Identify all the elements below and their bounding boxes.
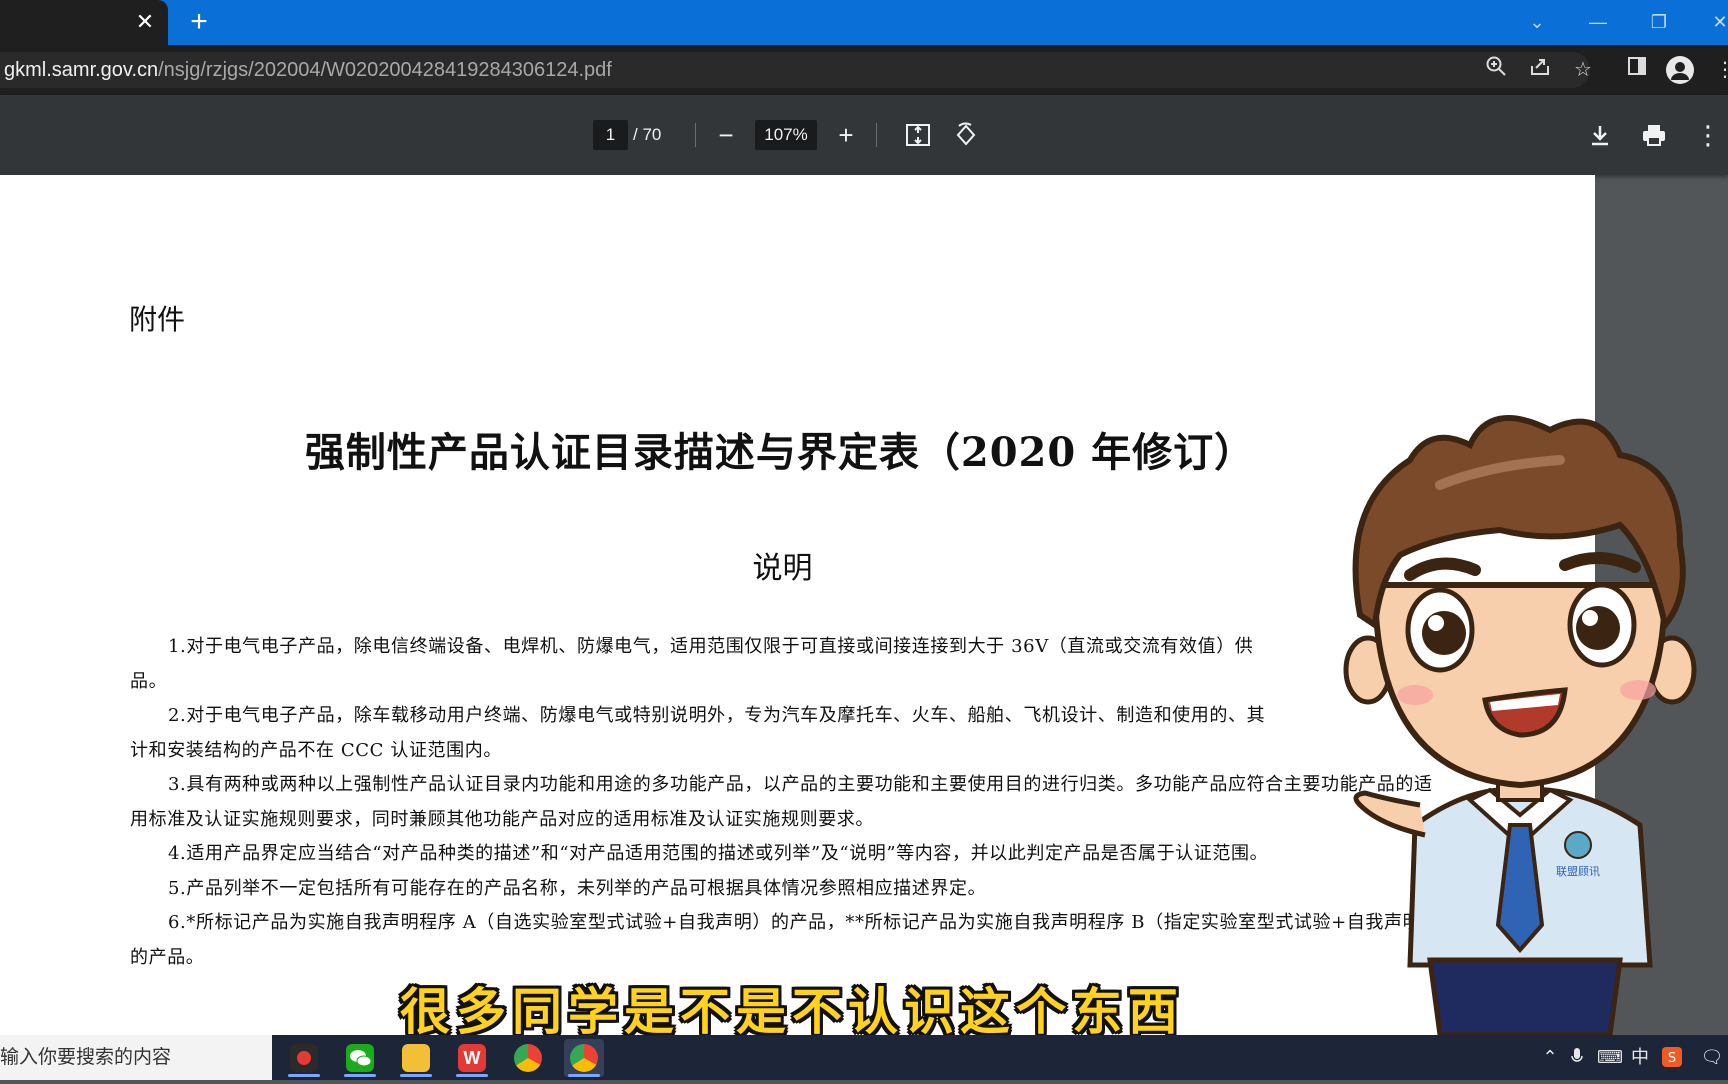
cartoon-mascot: 联盟顾讯 bbox=[1343, 415, 1697, 1035]
app-running-indicator bbox=[568, 1074, 600, 1077]
chrome-icon bbox=[570, 1044, 598, 1072]
app-running-indicator bbox=[400, 1074, 432, 1077]
zoom-level-input[interactable]: 107% bbox=[755, 120, 817, 150]
url-path: /nsjg/rzjgs/202004/W02020042841928430612… bbox=[158, 59, 612, 81]
new-tab-button[interactable]: + bbox=[186, 7, 212, 37]
toolbar-divider bbox=[695, 123, 696, 147]
windows-taskbar: 输入你要搜索的内容 W ⌃ ⌨ 中 S 🗨 bbox=[0, 1035, 1728, 1080]
rotate-button[interactable] bbox=[948, 117, 984, 153]
attachment-label: 附件 bbox=[129, 303, 186, 336]
paragraph-1: 1.对于电气电子产品，除电信终端设备、电焊机、防爆电气，适用范围仅限于可直接或间… bbox=[168, 636, 1254, 657]
profile-avatar-icon[interactable] bbox=[1666, 56, 1694, 84]
app-running-indicator bbox=[288, 1074, 320, 1077]
bookmark-star-icon[interactable]: ☆ bbox=[1568, 55, 1598, 85]
page-number-input[interactable]: 1 bbox=[593, 120, 628, 150]
svg-text:S: S bbox=[1668, 1051, 1676, 1066]
paragraph-4: 4.适用产品界定应当结合“对产品种类的描述”和“对产品适用范围的描述或列举”及“… bbox=[168, 843, 1269, 864]
pdf-more-options-icon[interactable]: ⋮ bbox=[1690, 117, 1726, 153]
fit-page-button[interactable] bbox=[900, 117, 936, 153]
video-caption: 很多同学是不是不认识这个东西 bbox=[400, 983, 1184, 1041]
recorder-icon bbox=[290, 1044, 318, 1072]
app-running-indicator bbox=[344, 1074, 376, 1077]
taskbar-app-chrome-2[interactable] bbox=[564, 1039, 604, 1077]
url-text[interactable]: gkml.samr.gov.cn/nsjg/rzjgs/202004/W0202… bbox=[4, 58, 612, 82]
address-bar: gkml.samr.gov.cn/nsjg/rzjgs/202004/W0202… bbox=[0, 45, 1728, 95]
close-tab-icon[interactable]: ✕ bbox=[133, 10, 157, 34]
close-window-icon[interactable]: ✕ bbox=[1705, 8, 1728, 36]
page-total: / 70 bbox=[633, 125, 662, 144]
paragraph-1-continued: 品。 bbox=[130, 670, 168, 692]
toolbar-divider bbox=[876, 123, 877, 147]
zoom-in-button[interactable]: + bbox=[828, 117, 864, 153]
pdf-toolbar: 1 / 70 − 107% + ⋮ bbox=[0, 95, 1728, 175]
download-button[interactable] bbox=[1582, 117, 1618, 153]
taskbar-app-file-explorer[interactable] bbox=[396, 1039, 436, 1077]
zoom-out-button[interactable]: − bbox=[708, 117, 744, 153]
paragraph-2-continued: 计和安装结构的产品不在 CCC 认证范围内。 bbox=[130, 739, 502, 761]
taskbar-app-wechat[interactable] bbox=[340, 1039, 380, 1077]
chrome-icon bbox=[514, 1044, 542, 1072]
paragraph-2: 2.对于电气电子产品，除车载移动用户终端、防爆电气或特别说明外，专为汽车及摩托车… bbox=[168, 705, 1266, 726]
taskbar-search-input[interactable]: 输入你要搜索的内容 bbox=[0, 1035, 272, 1080]
wechat-icon bbox=[346, 1044, 374, 1072]
sogou-ime-icon[interactable]: S bbox=[1660, 1035, 1684, 1080]
paragraph-5: 5.产品列举不一定包括所有可能存在的产品名称，未列举的产品可根据具体情况参照相应… bbox=[168, 877, 987, 899]
app-running-indicator bbox=[456, 1074, 488, 1077]
taskbar-app-chrome-1[interactable] bbox=[508, 1039, 548, 1077]
share-icon[interactable] bbox=[1525, 55, 1555, 85]
taskbar-app-recorder[interactable] bbox=[284, 1039, 324, 1077]
document-body: 1.对于电气电子产品，除电信终端设备、电焊机、防爆电气，适用范围仅限于可直接或间… bbox=[130, 630, 1445, 975]
taskbar-app-wps[interactable]: W bbox=[452, 1039, 492, 1077]
keyboard-icon[interactable]: ⌨ bbox=[1596, 1035, 1624, 1080]
microphone-icon[interactable] bbox=[1566, 1035, 1588, 1080]
notification-icon[interactable]: 🗨 bbox=[1700, 1035, 1724, 1080]
paragraph-6: 6.*所标记产品为实施自我声明程序 A（自选实验室型式试验+自我声明）的产品，*… bbox=[130, 912, 1440, 968]
ime-indicator[interactable]: 中 bbox=[1628, 1035, 1652, 1080]
side-panel-icon[interactable] bbox=[1622, 55, 1652, 85]
url-host: gkml.samr.gov.cn bbox=[4, 59, 159, 81]
minimize-icon[interactable]: — bbox=[1583, 8, 1613, 36]
print-button[interactable] bbox=[1636, 117, 1672, 153]
browser-tab-strip: ✕ + ⌄ — ❐ ✕ bbox=[0, 0, 1728, 45]
omnibox[interactable]: gkml.samr.gov.cn/nsjg/rzjgs/202004/W0202… bbox=[0, 52, 1590, 88]
chevron-down-icon[interactable]: ⌄ bbox=[1522, 8, 1552, 36]
wps-icon: W bbox=[458, 1044, 486, 1072]
paragraph-3: 3.具有两种或两种以上强制性产品认证目录内功能和用途的多功能产品，以产品的主要功… bbox=[130, 774, 1433, 830]
folder-icon bbox=[402, 1044, 430, 1072]
restore-icon[interactable]: ❐ bbox=[1644, 8, 1674, 36]
browser-menu-icon[interactable]: ⋮ bbox=[1710, 55, 1728, 85]
browser-tab[interactable]: ✕ bbox=[0, 0, 168, 45]
zoom-icon[interactable] bbox=[1481, 55, 1511, 85]
tray-overflow-icon[interactable]: ⌃ bbox=[1540, 1035, 1560, 1080]
badge-text: 联盟顾讯 bbox=[1556, 865, 1600, 878]
